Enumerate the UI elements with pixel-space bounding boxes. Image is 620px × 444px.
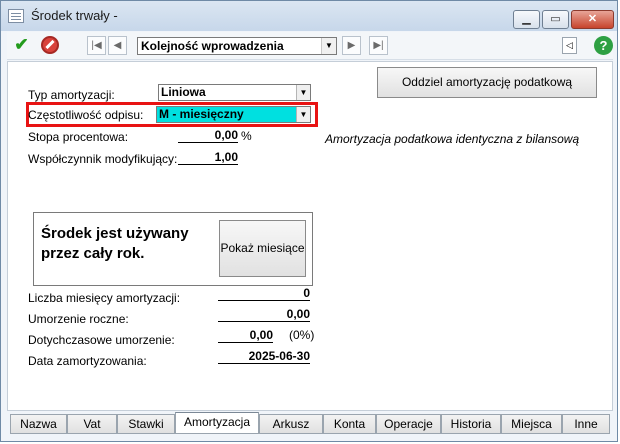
usage-info-line-2: przez cały rok.	[41, 245, 145, 262]
tab-operacje[interactable]: Operacje	[376, 414, 441, 434]
cancel-icon[interactable]	[41, 36, 59, 54]
percent-unit: %	[241, 129, 252, 143]
title-bar: Środek trwały - ▁ ▭ ✕	[1, 1, 617, 31]
sort-order-select[interactable]: Kolejność wprowadzenia ▼	[137, 37, 337, 55]
depreciation-date-value: 2025-06-30	[218, 349, 310, 364]
panel-toggle-icon[interactable]: ◁	[562, 37, 577, 54]
write-off-frequency-label: Częstotliwość odpisu:	[28, 108, 144, 122]
tab-konta[interactable]: Konta	[323, 414, 376, 434]
accumulated-depreciation-value: 0,00	[218, 328, 273, 343]
tab-arkusz[interactable]: Arkusz	[259, 414, 323, 434]
tab-miejsca[interactable]: Miejsca	[501, 414, 562, 434]
prev-record-icon[interactable]: ◀	[108, 36, 127, 55]
annual-depreciation-label: Umorzenie roczne:	[28, 312, 129, 326]
interest-rate-field[interactable]: 0,00	[178, 128, 238, 143]
tab-historia[interactable]: Historia	[441, 414, 501, 434]
modifier-coefficient-field[interactable]: 1,00	[178, 150, 238, 165]
tab-bar: Nazwa Vat Stawki Amortyzacja Arkusz Kont…	[7, 412, 613, 434]
write-off-frequency-select[interactable]: M - miesięczny ▼	[156, 106, 311, 123]
close-button[interactable]: ✕	[571, 10, 614, 29]
chevron-down-icon: ▼	[296, 107, 310, 122]
usage-info-text: Środek jest używany przez cały rok.	[41, 224, 189, 264]
usage-info-line-1: Środek jest używany	[41, 225, 189, 242]
accumulated-depreciation-percent: (0%)	[289, 328, 315, 342]
annual-depreciation-value: 0,00	[218, 307, 310, 322]
modifier-coefficient-label: Współczynnik modyfikujący:	[28, 152, 178, 166]
tax-amortization-note: Amortyzacja podatkowa identyczna z bilan…	[325, 132, 580, 146]
accumulated-depreciation-label: Dotychczasowe umorzenie:	[28, 333, 175, 347]
tab-vat[interactable]: Vat	[67, 414, 117, 434]
chevron-down-icon: ▼	[321, 38, 336, 54]
amortization-type-label: Typ amortyzacji:	[28, 88, 115, 102]
amortization-type-select[interactable]: Liniowa ▼	[158, 84, 311, 101]
amortization-months-label: Liczba miesięcy amortyzacji:	[28, 291, 181, 305]
tab-amortyzacja[interactable]: Amortyzacja	[175, 412, 259, 434]
usage-info-box: Środek jest używany przez cały rok. Poka…	[33, 212, 313, 286]
last-record-icon[interactable]: ▶|	[369, 36, 388, 55]
toolbar: ✔ |◀ ◀ Kolejność wprowadzenia ▼ ▶ ▶| ◁ ?	[7, 32, 613, 60]
minimize-button[interactable]: ▁	[513, 10, 540, 29]
maximize-button[interactable]: ▭	[542, 10, 569, 29]
show-months-button[interactable]: Pokaż miesiące	[219, 220, 306, 277]
interest-rate-label: Stopa procentowa:	[28, 130, 129, 144]
chevron-down-icon: ▼	[296, 85, 310, 100]
separate-tax-amortization-button[interactable]: Oddziel amortyzację podatkową	[377, 67, 597, 98]
amortization-type-value: Liniowa	[161, 85, 206, 99]
main-window: Środek trwały - ▁ ▭ ✕ ✔ |◀ ◀ Kolejność w…	[0, 0, 618, 442]
tab-stawki[interactable]: Stawki	[117, 414, 175, 434]
save-checkmark-icon[interactable]: ✔	[11, 35, 32, 56]
amortization-months-value: 0	[218, 286, 310, 301]
first-record-icon[interactable]: |◀	[87, 36, 106, 55]
amortization-panel: Typ amortyzacji: Liniowa ▼ Częstotliwość…	[7, 61, 613, 411]
write-off-frequency-value: M - miesięczny	[159, 107, 244, 121]
window-title: Środek trwały -	[31, 8, 118, 23]
app-icon	[8, 9, 24, 23]
next-record-icon[interactable]: ▶	[342, 36, 361, 55]
tab-inne[interactable]: Inne	[562, 414, 610, 434]
tab-nazwa[interactable]: Nazwa	[10, 414, 67, 434]
depreciation-date-label: Data zamortyzowania:	[28, 354, 147, 368]
sort-order-value: Kolejność wprowadzenia	[141, 39, 284, 53]
help-icon[interactable]: ?	[594, 36, 613, 55]
